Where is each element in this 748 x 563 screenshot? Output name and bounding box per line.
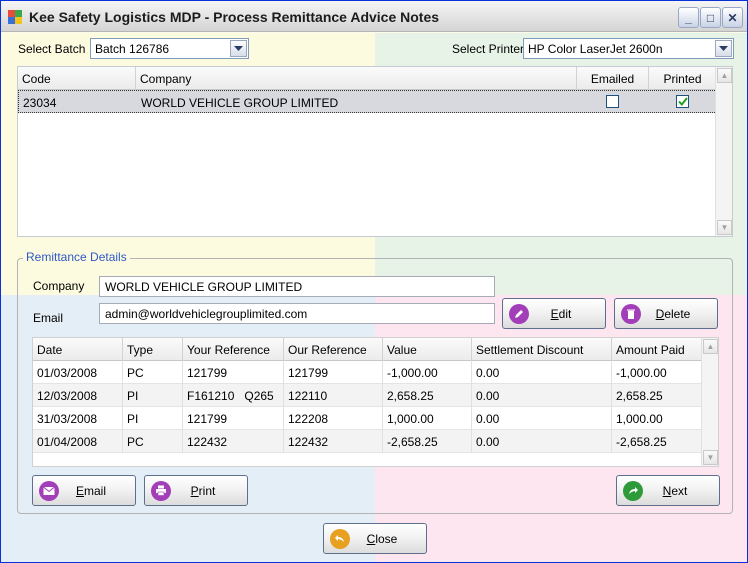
cell-code: 23034 bbox=[23, 96, 57, 110]
delete-button[interactable]: Delete bbox=[614, 298, 718, 329]
column-header-value[interactable]: Value bbox=[383, 338, 472, 361]
remittance-details-title: Remittance Details bbox=[23, 250, 130, 264]
grid-header: Date Type Your Reference Our Reference V… bbox=[33, 338, 703, 361]
cell-date: 31/03/2008 bbox=[33, 407, 123, 430]
cell-date: 01/04/2008 bbox=[33, 430, 123, 453]
printer-select[interactable]: HP Color LaserJet 2600n bbox=[523, 38, 734, 59]
cell-type: PC bbox=[123, 430, 183, 453]
table-row[interactable]: 31/03/2008 PI 121799 122208 1,000.00 0.0… bbox=[33, 407, 703, 430]
app-icon bbox=[8, 10, 22, 24]
cell-our-reference: 121799 bbox=[284, 361, 383, 384]
chevron-down-icon[interactable] bbox=[715, 40, 732, 57]
table-row[interactable]: 01/03/2008 PC 121799 121799 -1,000.00 0.… bbox=[33, 361, 703, 384]
column-header-date[interactable]: Date bbox=[33, 338, 123, 361]
edit-button[interactable]: Edit bbox=[502, 298, 606, 329]
cell-value: -2,658.25 bbox=[383, 430, 472, 453]
cell-your-reference: F161210 Q265 bbox=[183, 384, 284, 407]
column-header-printed[interactable]: Printed bbox=[649, 67, 717, 90]
title-bar: Kee Safety Logistics MDP - Process Remit… bbox=[1, 1, 747, 32]
column-header-amount-paid[interactable]: Amount Paid bbox=[612, 338, 703, 361]
company-field[interactable]: WORLD VEHICLE GROUP LIMITED bbox=[99, 276, 495, 297]
vertical-scrollbar[interactable]: ▲ ▼ bbox=[701, 338, 718, 466]
cell-value: -1,000.00 bbox=[383, 361, 472, 384]
cell-type: PC bbox=[123, 361, 183, 384]
cell-amount-paid: 2,658.25 bbox=[612, 384, 703, 407]
printer-select-value: HP Color LaserJet 2600n bbox=[528, 42, 663, 56]
scroll-up-icon[interactable]: ▲ bbox=[703, 339, 718, 354]
edit-button-label: Edit bbox=[550, 306, 572, 321]
cell-company: WORLD VEHICLE GROUP LIMITED bbox=[141, 96, 339, 110]
cell-settlement-discount: 0.00 bbox=[472, 430, 612, 453]
main-window: Kee Safety Logistics MDP - Process Remit… bbox=[0, 0, 748, 563]
select-printer-label: Select Printer bbox=[452, 42, 525, 56]
printed-checkbox[interactable] bbox=[676, 95, 689, 108]
table-row[interactable]: 12/03/2008 PI F161210 Q265 122110 2,658.… bbox=[33, 384, 703, 407]
cell-value: 2,658.25 bbox=[383, 384, 472, 407]
column-header-type[interactable]: Type bbox=[123, 338, 183, 361]
company-label: Company bbox=[33, 279, 85, 293]
pencil-icon bbox=[509, 303, 529, 324]
select-batch-label: Select Batch bbox=[18, 42, 86, 56]
arrow-right-icon bbox=[623, 480, 643, 501]
envelope-icon bbox=[39, 480, 59, 501]
column-header-company[interactable]: Company bbox=[136, 67, 577, 90]
chevron-down-icon[interactable] bbox=[230, 40, 247, 57]
cell-date: 12/03/2008 bbox=[33, 384, 123, 407]
table-row[interactable]: 01/04/2008 PC 122432 122432 -2,658.25 0.… bbox=[33, 430, 703, 453]
email-field[interactable]: admin@worldvehiclegrouplimited.com bbox=[99, 303, 495, 324]
close-button[interactable]: Close bbox=[323, 523, 427, 554]
printer-icon bbox=[151, 480, 171, 501]
column-header-your-reference[interactable]: Your Reference bbox=[183, 338, 284, 361]
emailed-checkbox[interactable] bbox=[606, 95, 619, 108]
companies-grid: Code Company Emailed Printed 23034 WORLD… bbox=[17, 66, 733, 237]
checkmark-icon bbox=[677, 97, 688, 106]
cell-your-reference: 121799 bbox=[183, 361, 284, 384]
next-button-label: Next bbox=[662, 483, 688, 498]
cell-amount-paid: -2,658.25 bbox=[612, 430, 703, 453]
next-button[interactable]: Next bbox=[616, 475, 720, 506]
cell-value: 1,000.00 bbox=[383, 407, 472, 430]
scroll-down-icon[interactable]: ▼ bbox=[717, 220, 732, 235]
cell-type: PI bbox=[123, 407, 183, 430]
cell-our-reference: 122208 bbox=[284, 407, 383, 430]
cell-date: 01/03/2008 bbox=[33, 361, 123, 384]
cell-settlement-discount: 0.00 bbox=[472, 407, 612, 430]
cell-settlement-discount: 0.00 bbox=[472, 361, 612, 384]
scroll-down-icon[interactable]: ▼ bbox=[703, 450, 718, 465]
cell-your-reference: 122432 bbox=[183, 430, 284, 453]
undo-arrow-icon bbox=[330, 528, 350, 549]
cell-our-reference: 122432 bbox=[284, 430, 383, 453]
delete-button-label: Delete bbox=[655, 306, 691, 321]
batch-select-value: Batch 126786 bbox=[95, 42, 170, 56]
email-button-label: Email bbox=[75, 483, 107, 498]
batch-select[interactable]: Batch 126786 bbox=[90, 38, 249, 59]
trash-icon bbox=[621, 303, 641, 324]
print-button-label: Print bbox=[190, 483, 216, 498]
column-header-our-reference[interactable]: Our Reference bbox=[284, 338, 383, 361]
column-header-code[interactable]: Code bbox=[18, 67, 136, 90]
email-label: Email bbox=[33, 311, 64, 325]
scroll-up-icon[interactable]: ▲ bbox=[717, 68, 732, 83]
cell-amount-paid: -1,000.00 bbox=[612, 361, 703, 384]
table-row[interactable]: 23034 WORLD VEHICLE GROUP LIMITED bbox=[18, 90, 717, 113]
close-button-label: Close bbox=[366, 531, 398, 546]
close-window-button[interactable]: ✕ bbox=[722, 7, 743, 28]
window-title: Kee Safety Logistics MDP - Process Remit… bbox=[29, 9, 440, 25]
grid-header: Code Company Emailed Printed bbox=[18, 67, 717, 90]
cell-amount-paid: 1,000.00 bbox=[612, 407, 703, 430]
cell-our-reference: 122110 bbox=[284, 384, 383, 407]
vertical-scrollbar[interactable]: ▲ ▼ bbox=[715, 67, 732, 236]
column-header-emailed[interactable]: Emailed bbox=[577, 67, 649, 90]
cell-settlement-discount: 0.00 bbox=[472, 384, 612, 407]
email-button[interactable]: Email bbox=[32, 475, 136, 506]
maximize-button[interactable]: □ bbox=[700, 7, 721, 28]
cell-type: PI bbox=[123, 384, 183, 407]
column-header-settlement-discount[interactable]: Settlement Discount bbox=[472, 338, 612, 361]
print-button[interactable]: Print bbox=[144, 475, 248, 506]
cell-your-reference: 121799 bbox=[183, 407, 284, 430]
minimize-button[interactable]: _ bbox=[678, 7, 699, 28]
remittance-grid: Date Type Your Reference Our Reference V… bbox=[32, 337, 719, 467]
